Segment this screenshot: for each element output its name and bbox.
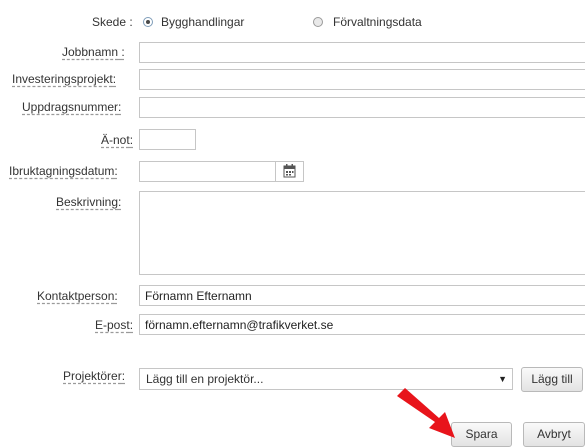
dropdown-arrow-icon: ▼ xyxy=(498,374,507,384)
projektorer-select[interactable]: Lägg till en projektör... ▼ xyxy=(139,368,513,390)
jobbnamn-label: Jobbnamn : xyxy=(62,45,125,59)
a-not-input[interactable] xyxy=(139,129,196,150)
investeringsprojekt-input[interactable] xyxy=(139,69,585,90)
radio-bygghandlingar-label[interactable]: Bygghandlingar xyxy=(161,15,244,29)
cancel-button[interactable]: Avbryt xyxy=(523,422,585,447)
ibruktagningsdatum-input[interactable] xyxy=(139,161,276,182)
jobbnamn-input[interactable] xyxy=(139,42,585,63)
arrow-icon xyxy=(397,388,455,438)
ibruktagningsdatum-label: Ibruktagningsdatum: xyxy=(9,164,118,178)
radio-bygghandlingar[interactable] xyxy=(143,17,153,27)
epost-input[interactable] xyxy=(139,314,585,335)
skede-label: Skede : xyxy=(92,15,133,29)
calendar-icon xyxy=(283,164,296,178)
beskrivning-wrapper xyxy=(139,191,585,275)
kontaktperson-input[interactable] xyxy=(139,285,585,306)
add-projektor-button[interactable]: Lägg till xyxy=(521,367,583,392)
beskrivning-label: Beskrivning: xyxy=(56,195,122,209)
epost-label: E-post: xyxy=(95,318,134,332)
a-not-label: Ä-not: xyxy=(101,133,134,147)
beskrivning-textarea[interactable] xyxy=(139,191,585,275)
kontaktperson-label: Kontaktperson: xyxy=(37,289,118,303)
date-picker-button[interactable] xyxy=(275,161,304,182)
projektorer-label: Projektörer: xyxy=(63,369,126,383)
radio-forvaltningsdata[interactable] xyxy=(313,17,323,27)
investeringsprojekt-label: Investeringsprojekt: xyxy=(12,72,117,86)
projektorer-select-value: Lägg till en projektör... xyxy=(146,372,264,386)
uppdragsnummer-label: Uppdragsnummer: xyxy=(22,100,122,114)
uppdragsnummer-input[interactable] xyxy=(139,97,585,118)
radio-forvaltningsdata-label[interactable]: Förvaltningsdata xyxy=(333,15,422,29)
